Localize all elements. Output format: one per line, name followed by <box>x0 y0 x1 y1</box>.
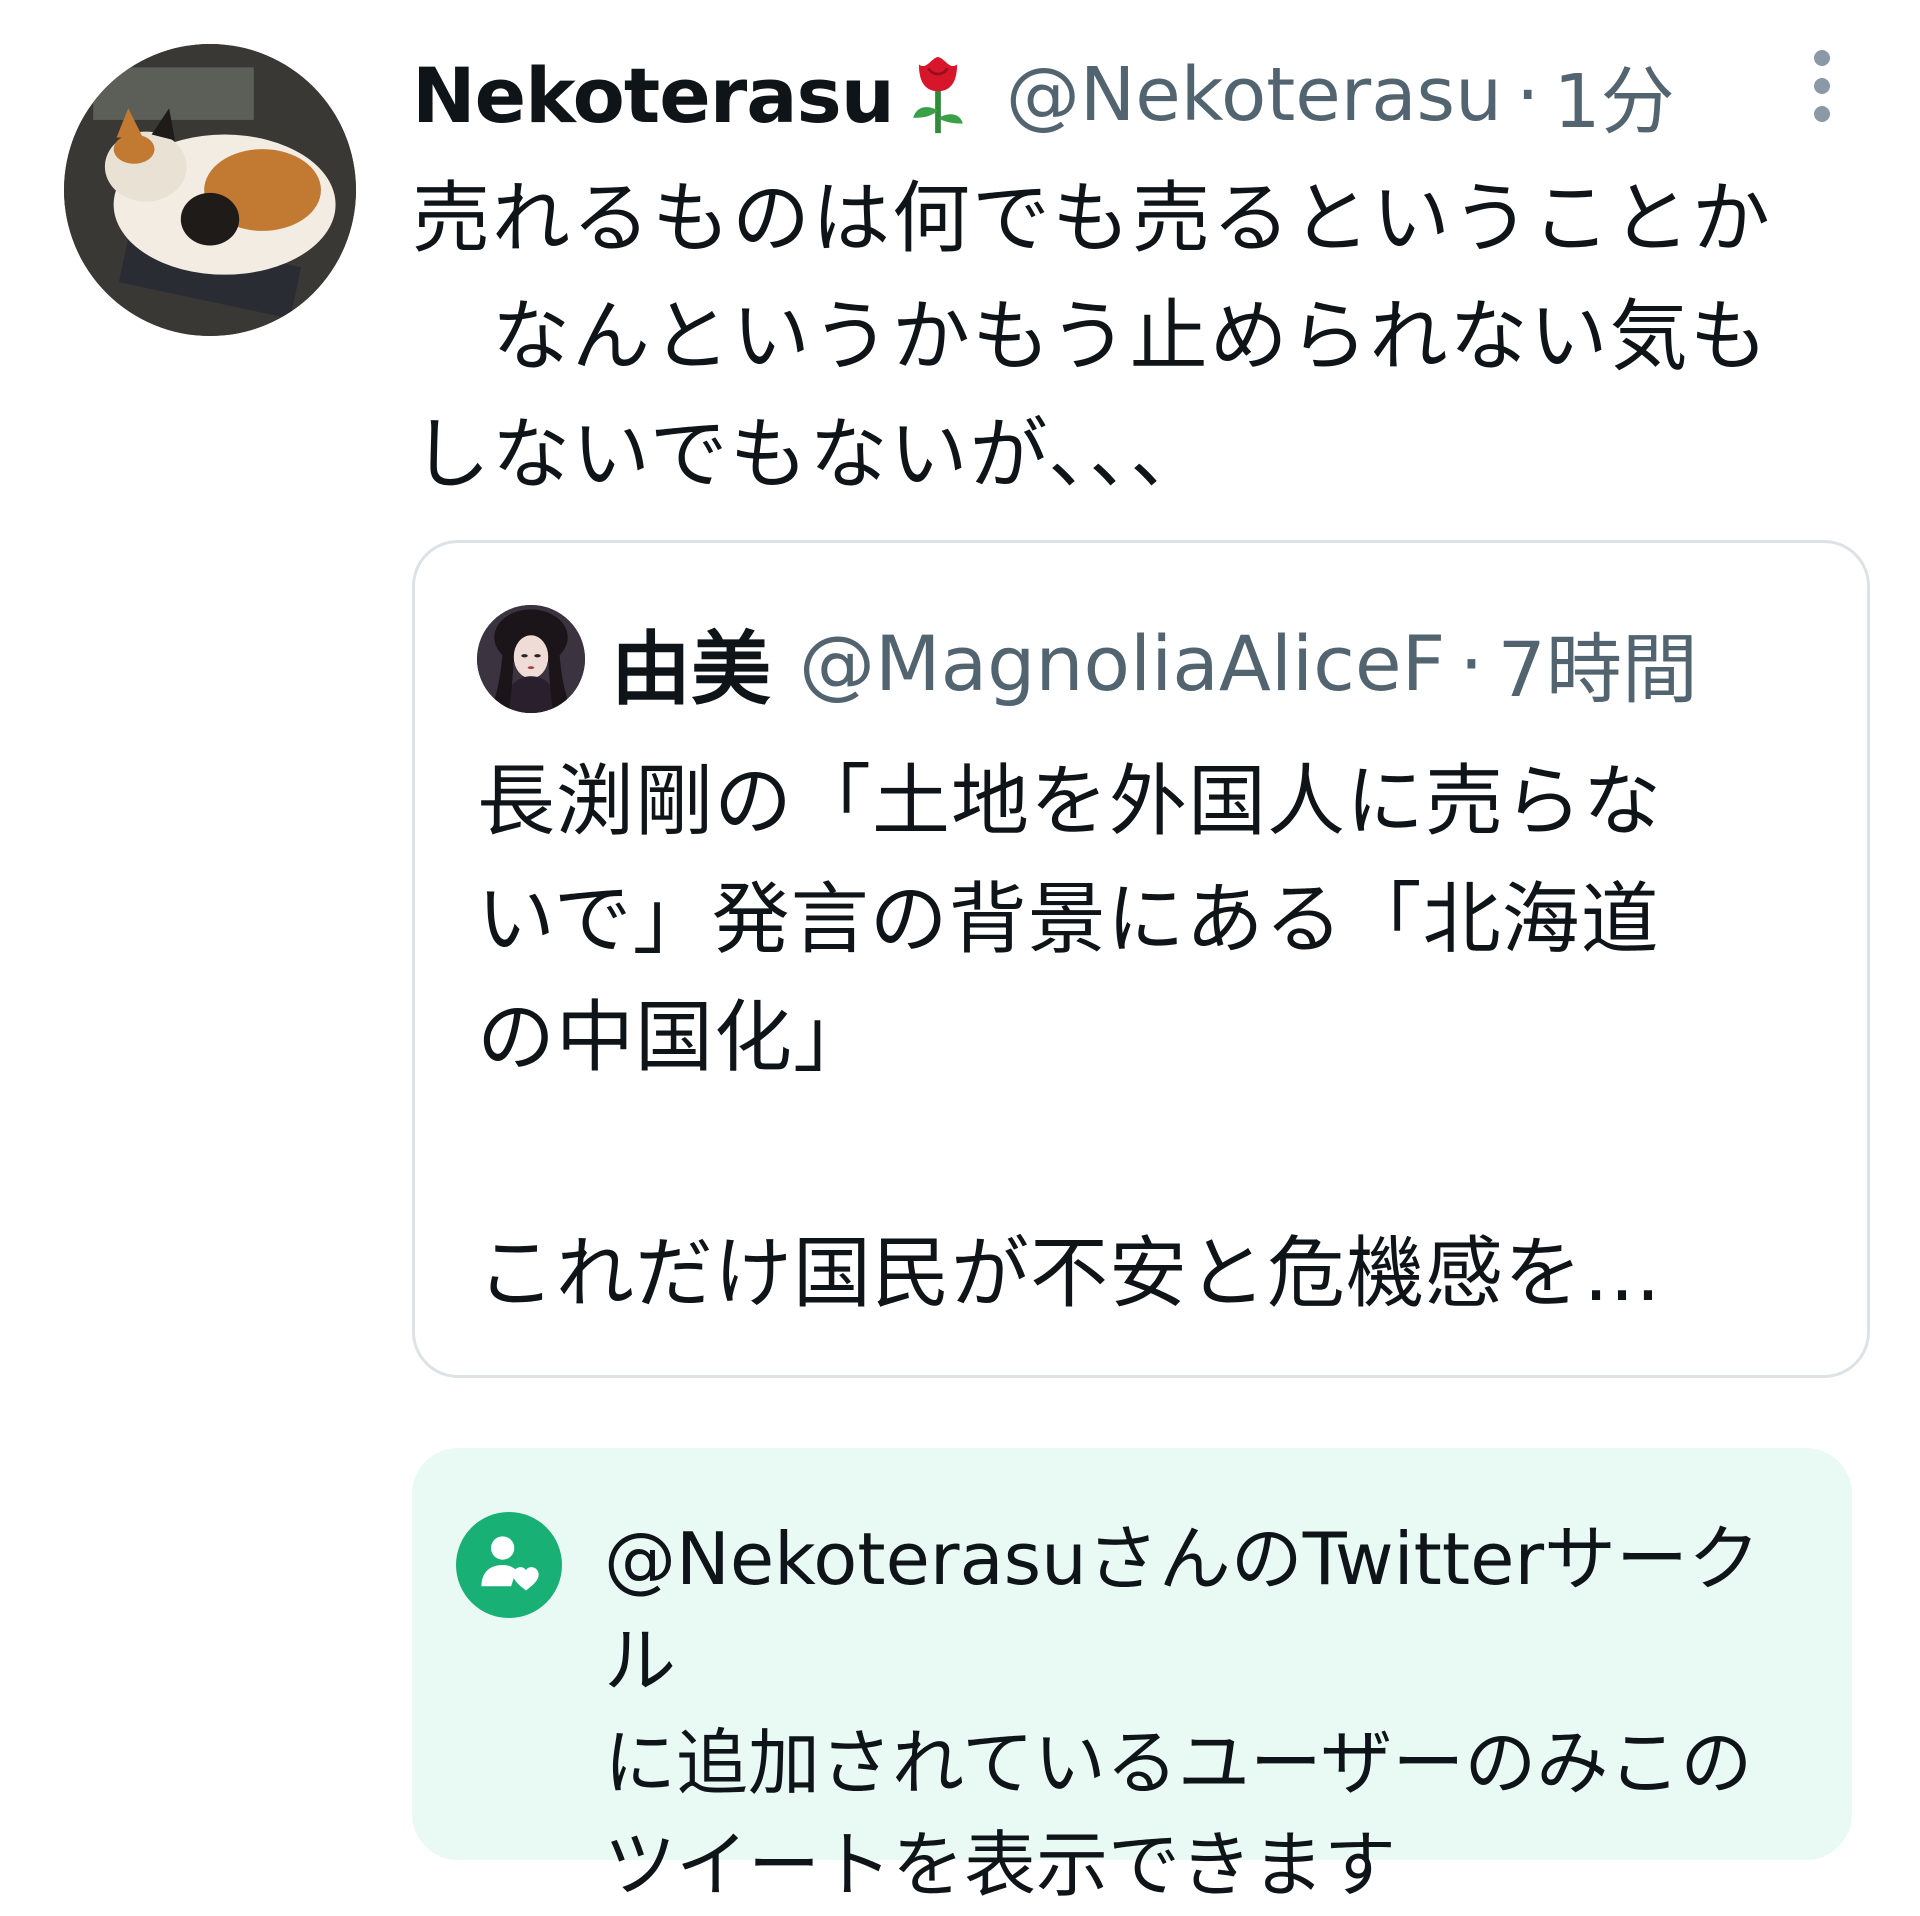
quoted-tweet-text: 長渕剛の「土地を外国人に売らな いで」発言の背景にある「北海道 の中国化」 これ… <box>477 757 1663 1319</box>
author-handle[interactable]: @Nekoterasu <box>1006 52 1502 138</box>
quoted-tweet-timestamp[interactable]: 7時間 <box>1498 608 1698 718</box>
twitter-circle-icon <box>456 1512 562 1618</box>
quoted-tweet-card[interactable]: 由美 @MagnoliaAliceF · 7時間 長渕剛の「土地を外国人に売らな… <box>412 540 1870 1378</box>
twitter-circle-notice: @NekoterasuさんのTwitterサークル に追加されているユーザーのみ… <box>412 1448 1852 1907</box>
author-display-name[interactable]: Nekoterasu <box>412 51 895 140</box>
header-separator: · <box>1516 52 1540 138</box>
quoted-author-avatar[interactable] <box>477 605 585 713</box>
twitter-circle-notice-text: @NekoterasuさんのTwitterサークル に追加されているユーザーのみ… <box>604 1517 1761 1907</box>
author-avatar[interactable] <box>64 44 356 336</box>
tweet-header: Nekoterasu @Nekoterasu · 1分 <box>412 50 1675 145</box>
tweet-timestamp[interactable]: 1分 <box>1554 42 1675 149</box>
quoted-author-display-name[interactable]: 由美 <box>611 605 771 721</box>
tweet-text: 売れるものは何でも売るということか なんというかもう止められない気も しないでも… <box>412 174 1773 500</box>
more-vertical-icon[interactable] <box>1810 50 1834 126</box>
rose-emoji-icon <box>913 56 963 134</box>
quoted-header-separator: · <box>1459 618 1484 708</box>
quoted-tweet-header: 由美 @MagnoliaAliceF · 7時間 <box>611 613 1698 717</box>
calico-cat-avatar-icon <box>64 44 356 336</box>
quoted-author-handle[interactable]: @MagnoliaAliceF <box>799 619 1445 708</box>
woman-portrait-avatar-icon <box>477 605 585 713</box>
